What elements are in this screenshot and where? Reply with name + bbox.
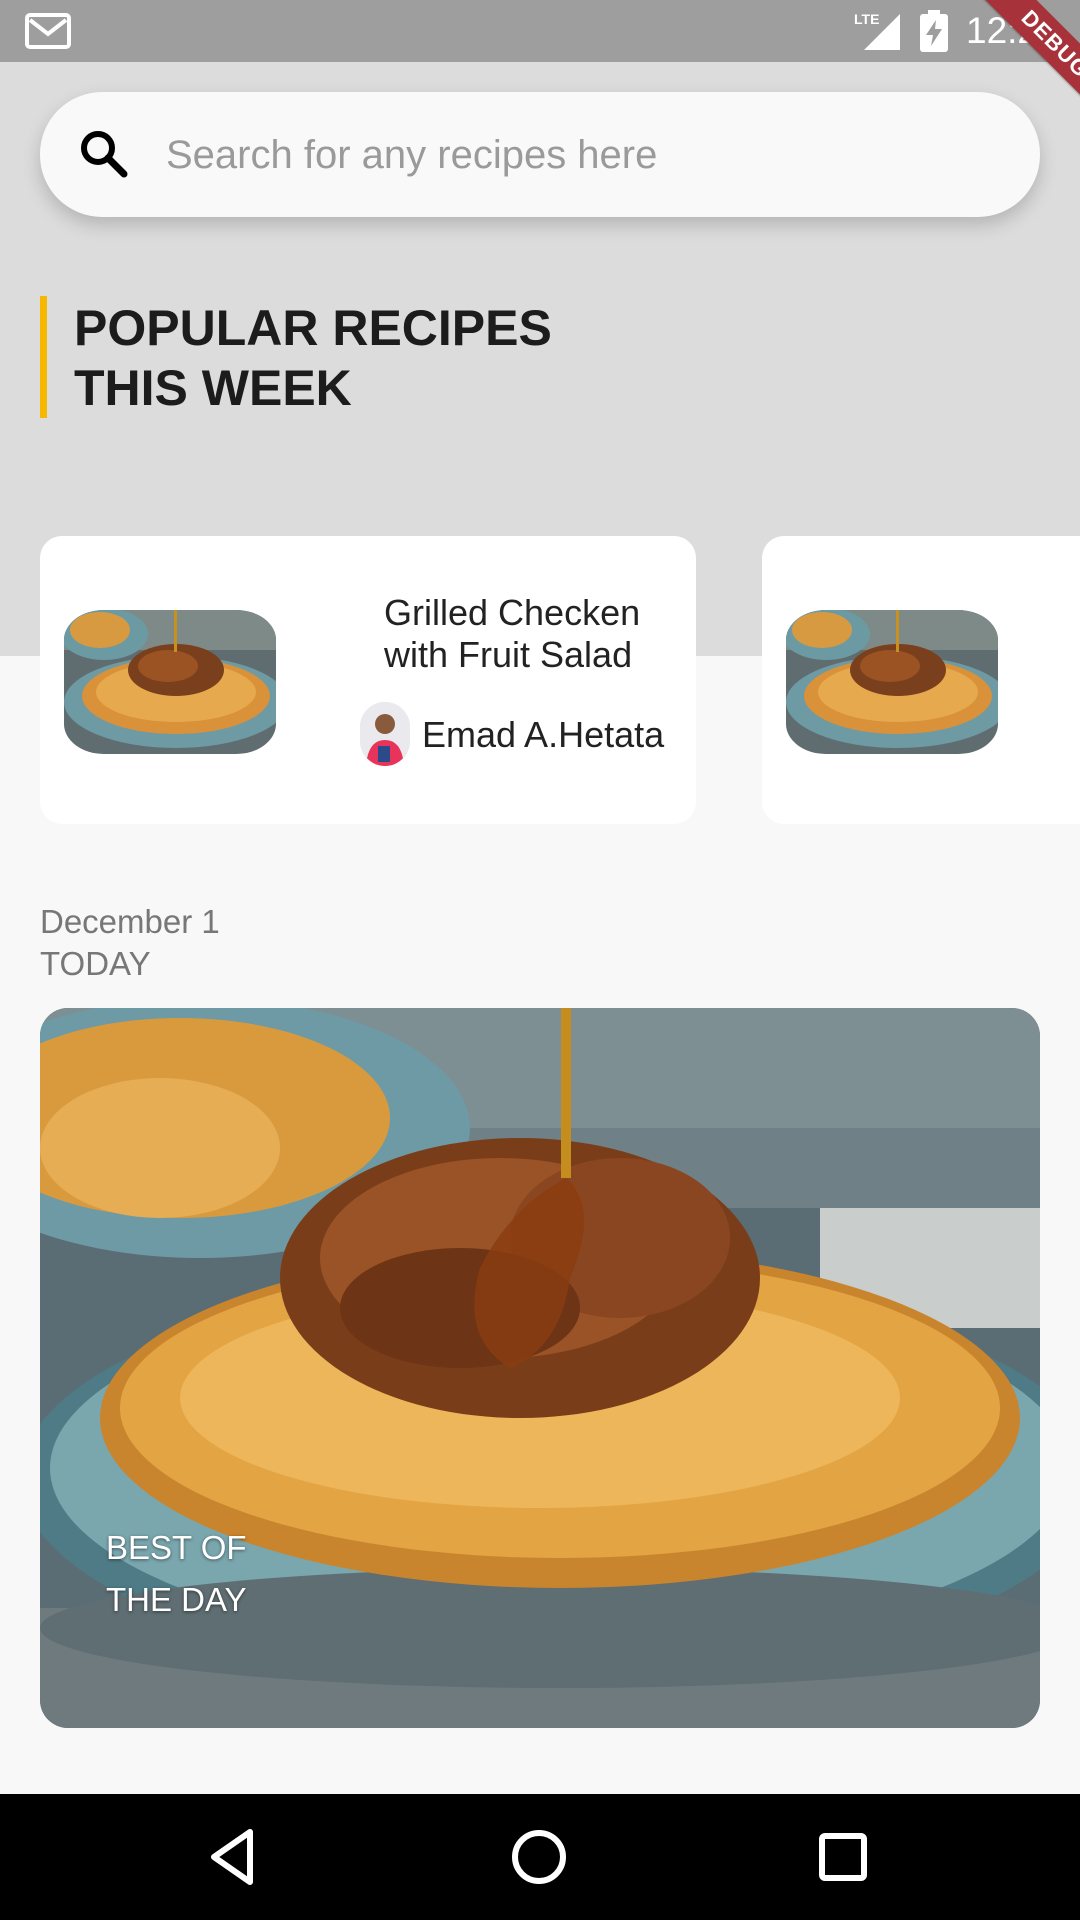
back-icon[interactable]: [202, 1824, 268, 1890]
recipe-title-line1: Grilled Checken: [384, 592, 641, 633]
recipe-title: Grilled Checken with Fruit Salad: [384, 592, 684, 676]
date-label: December 1: [40, 903, 220, 940]
featured-recipe-card[interactable]: BEST OF THE DAY: [40, 1008, 1040, 1728]
search-bar[interactable]: [40, 92, 1040, 217]
lte-signal-icon: LTE: [854, 11, 900, 50]
search-input[interactable]: [164, 122, 988, 188]
search-icon: [81, 131, 128, 178]
feature-caption-line1: BEST OF: [106, 1529, 247, 1566]
feature-caption: BEST OF THE DAY: [106, 1522, 247, 1626]
recipe-card[interactable]: [762, 536, 1080, 824]
status-bar: LTE 12:24 DEBUG: [0, 0, 1080, 124]
recipe-thumbnail: [786, 610, 998, 754]
section-title: POPULAR RECIPES THIS WEEK: [74, 298, 774, 418]
section-title-line1: POPULAR RECIPES: [74, 300, 552, 356]
recipe-card[interactable]: Grilled Checken with Fruit Salad Emad A.…: [40, 536, 696, 824]
section-title-line2: THIS WEEK: [74, 360, 352, 416]
avatar: [360, 702, 410, 766]
home-icon[interactable]: [506, 1824, 572, 1890]
author-name: Emad A.Hetata: [422, 714, 665, 755]
recipe-thumbnail: [64, 610, 276, 754]
feature-caption-line2: THE DAY: [106, 1581, 247, 1618]
svg-text:LTE: LTE: [854, 11, 879, 27]
mail-icon: [25, 13, 71, 49]
section-accent-bar: [40, 296, 47, 418]
recents-icon[interactable]: [810, 1824, 876, 1890]
date-sub: TODAY: [40, 945, 151, 982]
recipe-title-line2: with Fruit Salad: [384, 634, 633, 675]
navigation-bar: [0, 1794, 1080, 1920]
battery-charging-icon: [920, 10, 948, 52]
